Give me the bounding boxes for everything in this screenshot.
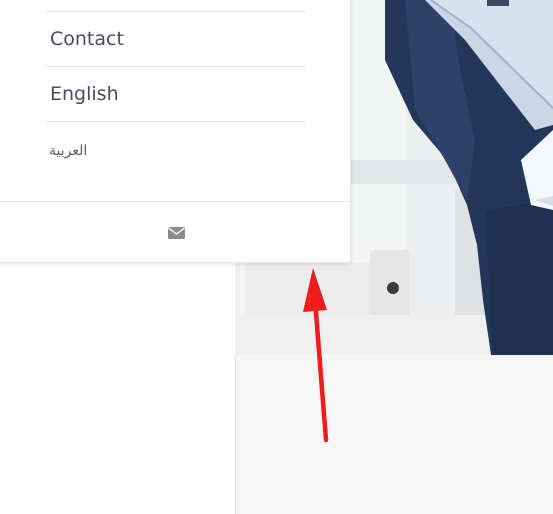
page: Contact English العربية <box>0 0 553 514</box>
menu-item-contact-label: Contact <box>50 28 124 50</box>
dropdown-menu: Contact English العربية <box>0 0 351 263</box>
content-panel <box>235 355 553 514</box>
menu-item-english-label: English <box>50 83 119 105</box>
mail-icon[interactable] <box>164 223 188 243</box>
menu-item-arabic-label: العربية <box>49 142 88 159</box>
left-content-area <box>0 262 235 514</box>
menu-item-arabic[interactable]: العربية <box>46 123 305 178</box>
menu-item-contact[interactable]: Contact <box>46 12 305 67</box>
menu-item-english[interactable]: English <box>46 67 305 122</box>
menu-footer <box>0 201 350 263</box>
